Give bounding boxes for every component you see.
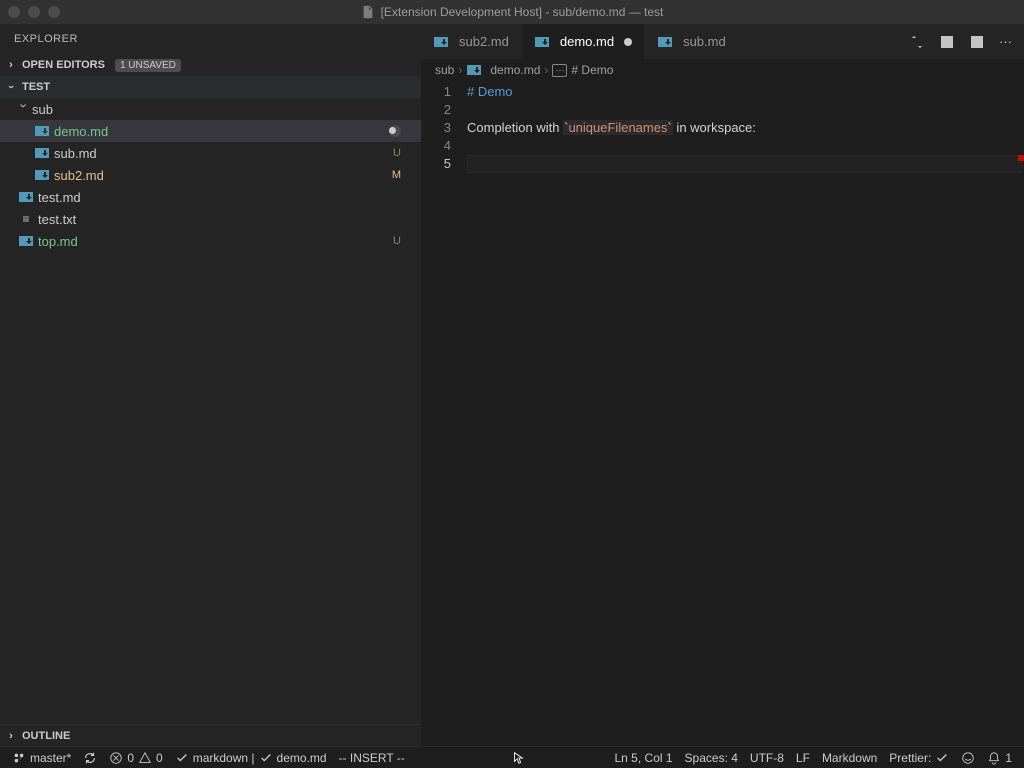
file-icon [361,5,375,19]
git-status-u: U [393,147,401,159]
git-status-m: M [392,169,401,181]
editor-actions: ··· [897,24,1024,59]
git-branch[interactable]: master* [6,747,77,768]
file-demo-md[interactable]: demo.md [0,120,421,142]
sync-button[interactable] [77,747,103,768]
file-top-md[interactable]: top.md U [0,230,421,252]
tab-sub2[interactable]: sub2.md [421,24,522,59]
file-sub2-md[interactable]: sub2.md M [0,164,421,186]
file-tree: › sub demo.md sub.md U sub2.md M test.md [0,98,421,724]
error-marker [1018,155,1024,161]
bell-icon [987,751,1001,765]
status-bar: master* 0 0 markdown | demo.md -- INSERT… [0,746,1024,768]
markdown-icon [34,123,50,139]
markdown-icon [18,189,34,205]
cursor-pointer [411,747,531,768]
title-bar: [Extension Development Host] - sub/demo.… [0,0,1024,24]
cursor-icon [511,751,525,765]
editor-panel: sub2.md demo.md sub.md ··· sub› demo.md› [421,24,1024,746]
markdown-icon [34,145,50,161]
file-sub-md[interactable]: sub.md U [0,142,421,164]
chevron-right-icon: › [4,59,18,71]
eol[interactable]: LF [790,747,816,768]
file-test-txt[interactable]: ≡ test.txt [0,208,421,230]
editor-tabs: sub2.md demo.md sub.md ··· [421,24,1024,59]
check-icon [175,751,189,765]
window-controls [8,6,60,18]
warning-icon [138,751,152,765]
check-markdown[interactable]: markdown | demo.md [169,747,333,768]
more-icon[interactable]: ··· [999,34,1012,49]
markdown-icon [433,34,449,50]
feedback-icon [961,751,975,765]
git-branch-icon [12,751,26,765]
feedback[interactable] [955,747,981,768]
chevron-right-icon: › [4,730,18,742]
language-mode[interactable]: Markdown [816,747,883,768]
code-editor[interactable]: 1 2 3 4 5 # Demo Completion with `unique… [421,81,1024,746]
open-editors-section[interactable]: › OPEN EDITORS 1 UNSAVED [0,54,421,76]
tab-sub[interactable]: sub.md [645,24,739,59]
compare-icon[interactable] [909,34,925,50]
chevron-down-icon: › [17,103,32,115]
line-numbers: 1 2 3 4 5 [421,81,467,746]
current-line-highlight [467,155,1022,173]
unsaved-dot-icon [624,38,632,46]
explorer-sidebar: EXPLORER › OPEN EDITORS 1 UNSAVED › TEST… [0,24,421,746]
workspace-section[interactable]: › TEST [0,76,421,98]
explorer-header: EXPLORER [0,24,421,54]
code-content[interactable]: # Demo Completion with `uniqueFilenames`… [467,81,1024,746]
prettier[interactable]: Prettier: [883,747,955,768]
encoding[interactable]: UTF-8 [744,747,790,768]
close-window[interactable] [8,6,20,18]
file-test-md[interactable]: test.md [0,186,421,208]
vim-mode: -- INSERT -- [333,747,411,768]
outline-section[interactable]: › OUTLINE [0,724,421,746]
symbol-icon: ⋯ [552,64,567,77]
breadcrumb[interactable]: sub› demo.md› ⋯ # Demo [421,59,1024,81]
line-col[interactable]: Ln 5, Col 1 [609,747,679,768]
window-title: [Extension Development Host] - sub/demo.… [0,5,1024,19]
split-icon[interactable] [969,34,985,50]
unsaved-badge: 1 UNSAVED [115,59,181,72]
error-icon [109,751,123,765]
markdown-icon [657,34,673,50]
check-icon [935,751,949,765]
git-status-u: U [393,235,401,247]
check-icon [259,751,273,765]
markdown-icon [18,233,34,249]
tab-demo[interactable]: demo.md [522,24,645,59]
folder-sub[interactable]: › sub [0,98,421,120]
markdown-icon [534,34,550,50]
sync-icon [83,751,97,765]
text-file-icon: ≡ [18,211,34,227]
chevron-down-icon: › [5,80,17,94]
maximize-window[interactable] [48,6,60,18]
indentation[interactable]: Spaces: 4 [679,747,744,768]
problems[interactable]: 0 0 [103,747,168,768]
preview-icon[interactable] [939,34,955,50]
minimize-window[interactable] [28,6,40,18]
modified-dot [389,125,401,137]
markdown-icon [34,167,50,183]
markdown-icon [466,62,482,78]
notifications[interactable]: 1 [981,747,1018,768]
